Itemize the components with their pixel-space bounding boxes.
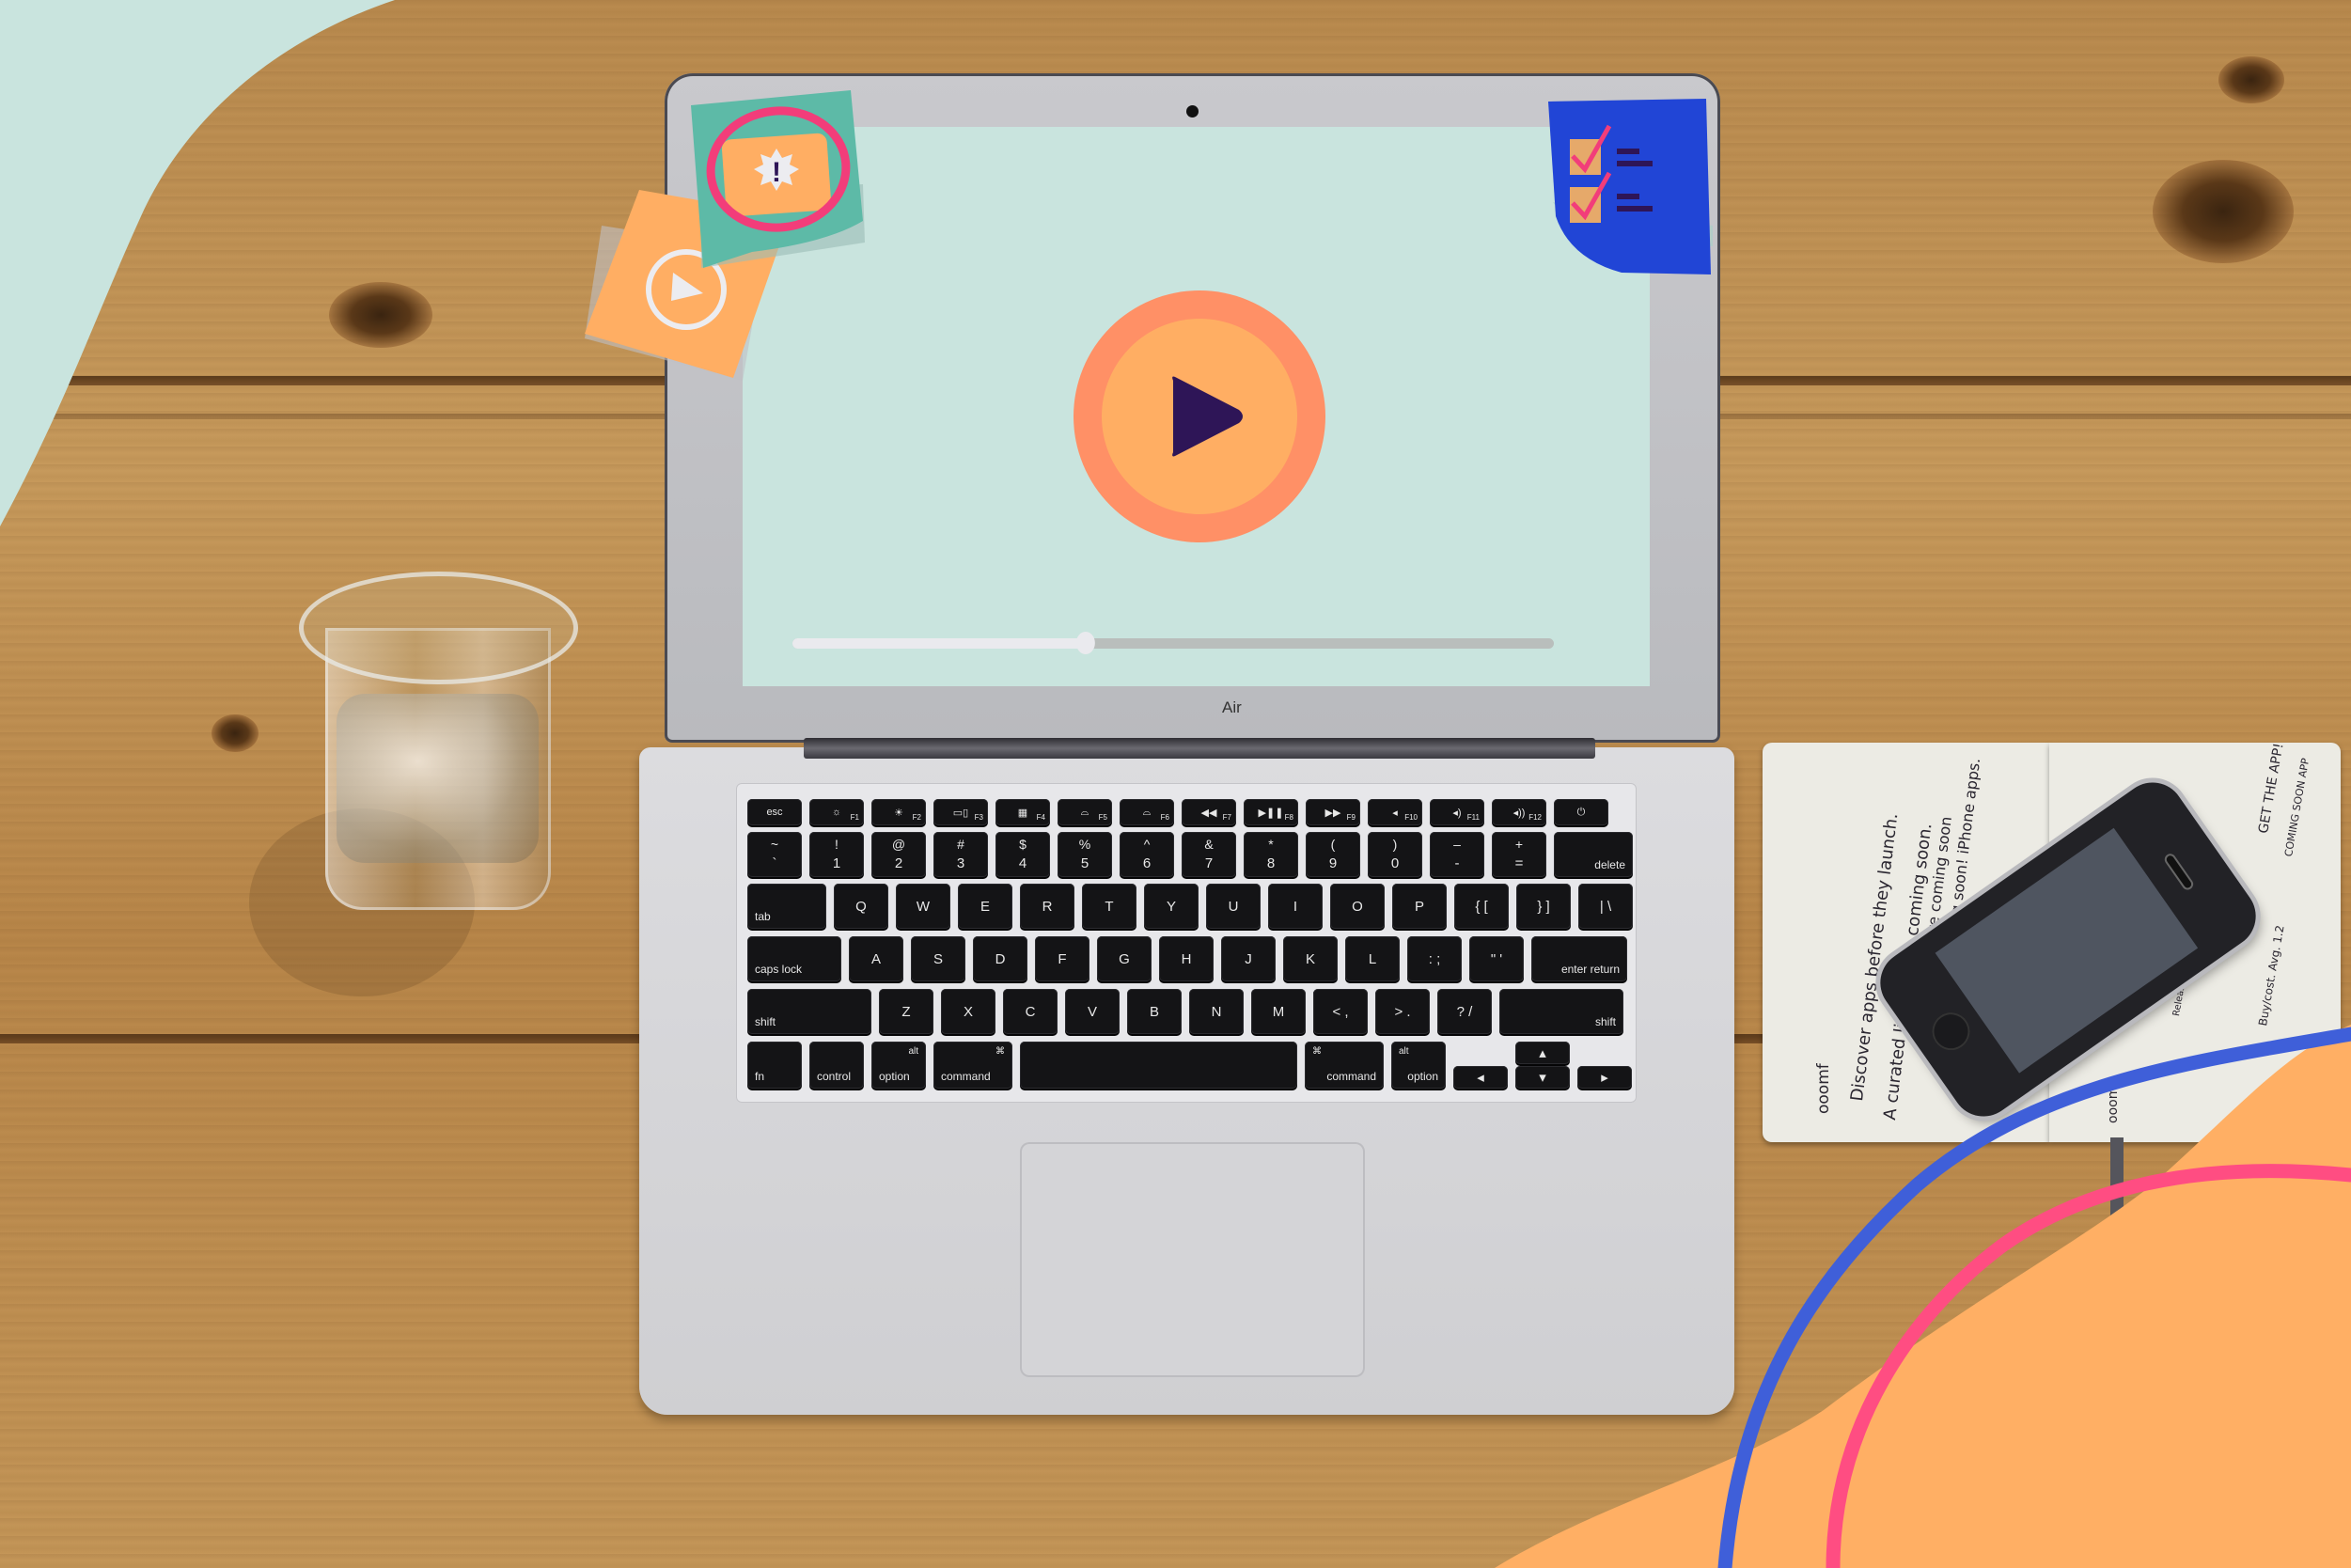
progress-played: [792, 638, 1086, 649]
orange-blob-shape: [1495, 1025, 2351, 1568]
desk-scene: ooomf Discover apps before they launch. …: [0, 0, 2351, 1568]
alert-exclamation: !: [772, 157, 781, 188]
checklist-sticky-note: [1548, 99, 1713, 274]
progress-scrubber-handle[interactable]: [1075, 632, 1095, 654]
alert-sticky-note: !: [691, 90, 865, 268]
illustration-layer: !: [585, 90, 2351, 1568]
